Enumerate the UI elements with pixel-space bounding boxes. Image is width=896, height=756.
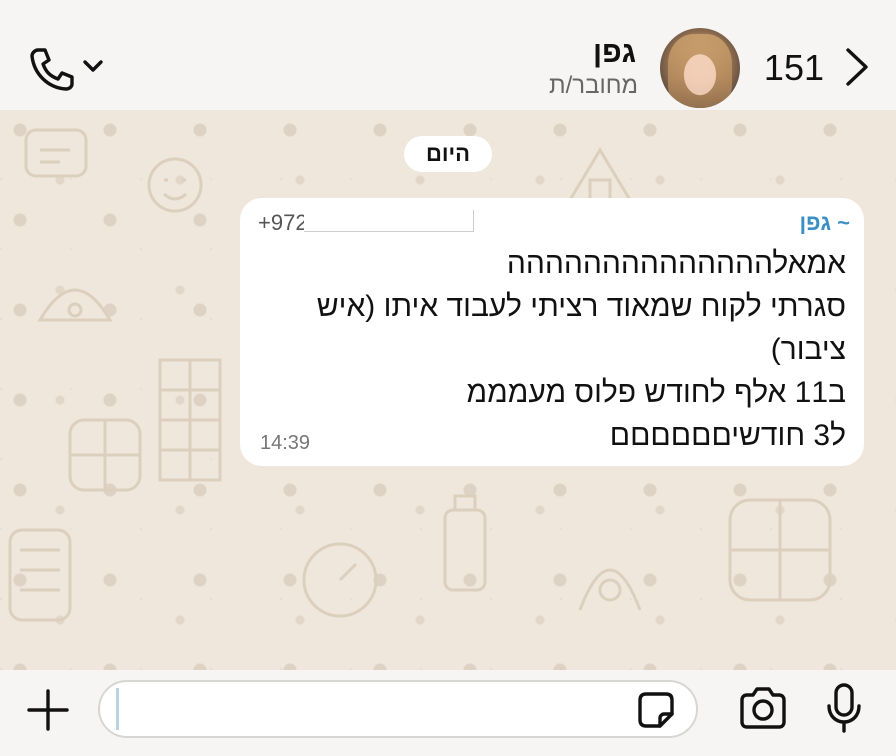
date-separator: היום	[404, 136, 492, 172]
chevron-right-icon[interactable]	[840, 44, 876, 90]
microphone-icon[interactable]	[824, 682, 864, 734]
chat-screen: גפן מחובר/ת 151 היום ~ גפן +972 אמאלהההה…	[0, 0, 896, 756]
message-time: 14:39	[260, 432, 311, 454]
camera-icon[interactable]	[738, 686, 788, 730]
avatar[interactable]	[660, 28, 740, 108]
message-text: אמאלהההההההההההההה סגרתי לקוח שמאוד רצית…	[256, 242, 846, 457]
message-bubble[interactable]: ~ גפן +972 אמאלהההההההההההההה סגרתי לקוח…	[240, 198, 864, 466]
chevron-down-icon[interactable]	[82, 58, 104, 74]
message-line: אמאלהההההההההההההה	[506, 247, 846, 280]
message-line: ב11 אלף לחודש פלוס מעמממ	[466, 376, 846, 409]
chat-header: גפן מחובר/ת 151	[0, 0, 896, 110]
text-caret	[116, 688, 119, 730]
sticker-icon[interactable]	[636, 690, 676, 730]
message-input[interactable]	[98, 680, 698, 738]
message-line: סגרתי לקוח שמאוד רציתי לעבוד איתו (איש	[316, 290, 846, 323]
message-line: ציבור)	[770, 333, 846, 366]
message-sender[interactable]: ~ גפן	[800, 210, 850, 236]
unread-count[interactable]: 151	[764, 48, 824, 88]
plus-icon[interactable]	[26, 688, 70, 732]
phone-redaction	[304, 210, 474, 232]
contact-status: מחובר/ת	[549, 72, 638, 99]
message-line: ל3 חודשיםםםםםם	[609, 419, 846, 452]
phone-icon[interactable]	[28, 46, 76, 92]
sender-phone: +972	[258, 210, 308, 235]
contact-name[interactable]: גפן	[593, 36, 636, 70]
